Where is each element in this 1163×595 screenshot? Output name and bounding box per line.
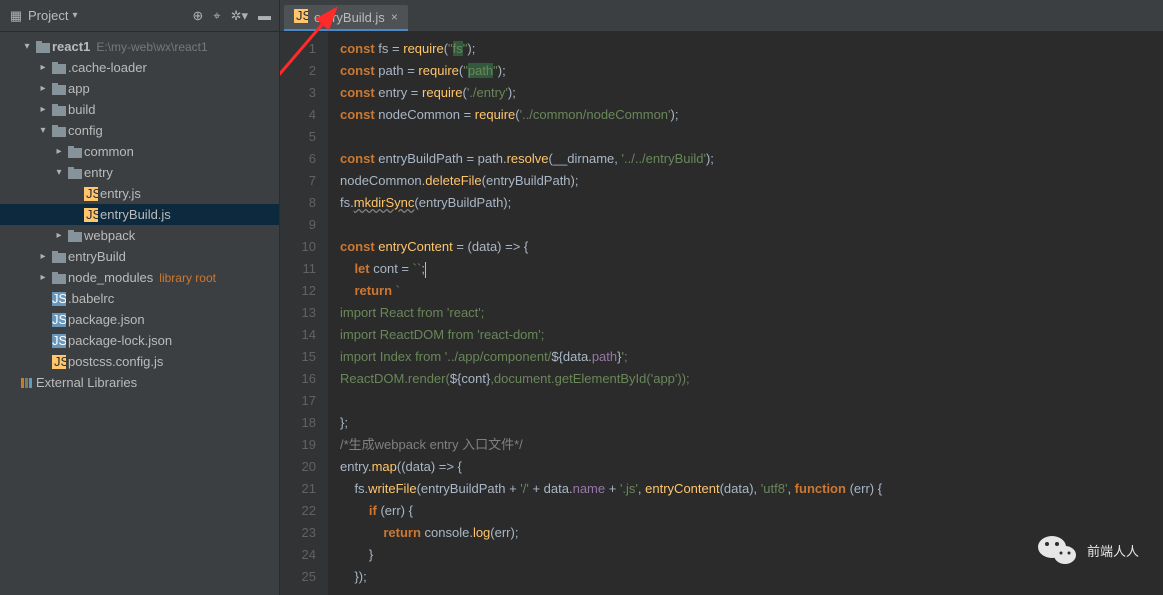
- tree-item--babelrc[interactable]: JSON.babelrc: [0, 288, 279, 309]
- external-libraries-label: External Libraries: [36, 375, 137, 390]
- folder-icon: [50, 272, 68, 284]
- item-label: entryBuild: [68, 249, 126, 264]
- wechat-icon: [1037, 533, 1077, 567]
- external-libraries-row[interactable]: External Libraries: [0, 372, 279, 393]
- item-label: app: [68, 81, 90, 96]
- tree-item-build[interactable]: ▸ build: [0, 99, 279, 120]
- editor: JS entryBuild.js × 123456789101112131415…: [280, 0, 1163, 595]
- hide-icon[interactable]: ▬: [258, 8, 271, 23]
- item-label: common: [84, 144, 134, 159]
- json-icon: JSON: [50, 292, 68, 306]
- js-icon: JS: [82, 208, 100, 222]
- expander-icon[interactable]: ▸: [52, 146, 66, 157]
- item-label: entryBuild.js: [100, 207, 171, 222]
- svg-text:JS: JS: [296, 9, 308, 23]
- tree-item-common[interactable]: ▸ common: [0, 141, 279, 162]
- library-icon: [18, 376, 36, 390]
- svg-text:JS: JS: [54, 355, 66, 369]
- dropdown-icon[interactable]: ▾: [72, 10, 77, 21]
- item-label: config: [68, 123, 103, 138]
- item-label: package-lock.json: [68, 333, 172, 348]
- folder-icon: [50, 251, 68, 263]
- item-label: entry.js: [100, 186, 141, 201]
- tree-item-app[interactable]: ▸ app: [0, 78, 279, 99]
- json-icon: JSON: [50, 334, 68, 348]
- item-label: postcss.config.js: [68, 354, 163, 369]
- tab-label: entryBuild.js: [314, 10, 385, 25]
- svg-text:JS: JS: [86, 187, 98, 201]
- js-icon: JS: [82, 187, 100, 201]
- folder-icon: [50, 104, 68, 116]
- project-tool-icon: ▦: [8, 8, 24, 24]
- locate-icon[interactable]: ⌖: [213, 8, 220, 24]
- svg-text:JS: JS: [86, 208, 98, 222]
- expander-icon[interactable]: ▾: [36, 125, 50, 136]
- project-tree: ▾ react1 E:\my-web\wx\react1 ▸ .cache-loa…: [0, 32, 279, 595]
- tree-item-webpack[interactable]: ▸ webpack: [0, 225, 279, 246]
- gutter: 1234567891011121314151617181920212223242…: [280, 32, 328, 595]
- folder-icon: [50, 62, 68, 74]
- expander-icon[interactable]: ▸: [52, 230, 66, 241]
- library-root-hint: library root: [159, 271, 216, 285]
- project-root-row[interactable]: ▾ react1 E:\my-web\wx\react1: [0, 36, 279, 57]
- item-label: .babelrc: [68, 291, 114, 306]
- svg-text:JSON: JSON: [52, 334, 66, 348]
- folder-icon: [66, 146, 84, 158]
- svg-text:JSON: JSON: [52, 292, 66, 306]
- sidebar-header: ▦ Project ▾ ⊕ ⌖ ✲▾ ▬: [0, 0, 279, 32]
- expander-icon[interactable]: ▸: [36, 62, 50, 73]
- tree-item-node_modules[interactable]: ▸ node_modules library root: [0, 267, 279, 288]
- tree-item--cache-loader[interactable]: ▸ .cache-loader: [0, 57, 279, 78]
- js-file-icon: JS: [294, 9, 308, 26]
- svg-text:JSON: JSON: [52, 313, 66, 327]
- tree-item-package-json[interactable]: JSONpackage.json: [0, 309, 279, 330]
- root-path: E:\my-web\wx\react1: [96, 40, 207, 54]
- expander-icon[interactable]: ▸: [36, 104, 50, 115]
- expander-icon[interactable]: ▸: [36, 251, 50, 262]
- item-label: .cache-loader: [68, 60, 147, 75]
- tree-item-entry[interactable]: ▾ entry: [0, 162, 279, 183]
- folder-icon: [50, 83, 68, 95]
- code-area[interactable]: 1234567891011121314151617181920212223242…: [280, 32, 1163, 595]
- folder-icon: [50, 125, 68, 137]
- item-label: build: [68, 102, 95, 117]
- tree-item-postcss-config-js[interactable]: JSpostcss.config.js: [0, 351, 279, 372]
- code-body[interactable]: const fs = require("fs");const path = re…: [328, 32, 882, 595]
- tree-item-entryBuild-js[interactable]: JSentryBuild.js: [0, 204, 279, 225]
- settings-icon[interactable]: ✲▾: [231, 8, 248, 24]
- project-label: Project: [28, 8, 68, 23]
- tree-item-entryBuild[interactable]: ▸ entryBuild: [0, 246, 279, 267]
- editor-tabs: JS entryBuild.js ×: [280, 0, 1163, 32]
- close-icon[interactable]: ×: [391, 10, 398, 24]
- item-label: entry: [84, 165, 113, 180]
- item-label: node_modules: [68, 270, 153, 285]
- collapse-all-icon[interactable]: ⊕: [192, 8, 203, 24]
- tab-entrybuild[interactable]: JS entryBuild.js ×: [284, 5, 408, 31]
- tree-item-package-lock-json[interactable]: JSONpackage-lock.json: [0, 330, 279, 351]
- expander-icon[interactable]: ▾: [20, 41, 34, 52]
- expander-icon[interactable]: ▸: [36, 83, 50, 94]
- watermark: 前端人人: [1037, 533, 1139, 567]
- json-icon: JSON: [50, 313, 68, 327]
- js-icon: JS: [50, 355, 68, 369]
- item-label: package.json: [68, 312, 145, 327]
- folder-icon: [66, 167, 84, 179]
- item-label: webpack: [84, 228, 135, 243]
- expander-icon[interactable]: ▾: [52, 167, 66, 178]
- root-name: react1: [52, 39, 90, 54]
- folder-icon: [34, 41, 52, 53]
- expander-icon[interactable]: ▸: [36, 272, 50, 283]
- project-sidebar: ▦ Project ▾ ⊕ ⌖ ✲▾ ▬ ▾ react1 E:\my-web\…: [0, 0, 280, 595]
- folder-icon: [66, 230, 84, 242]
- tree-item-config[interactable]: ▾ config: [0, 120, 279, 141]
- tree-item-entry-js[interactable]: JSentry.js: [0, 183, 279, 204]
- watermark-text: 前端人人: [1087, 541, 1139, 560]
